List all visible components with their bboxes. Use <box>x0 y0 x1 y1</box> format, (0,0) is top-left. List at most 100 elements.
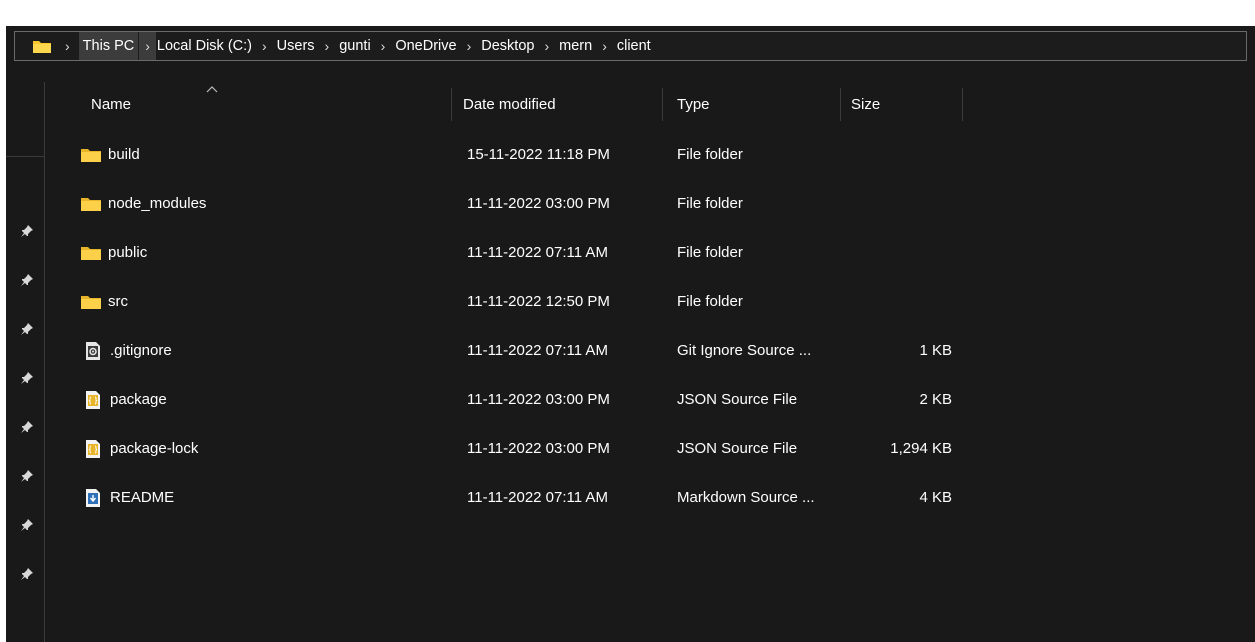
sort-ascending-icon <box>206 86 218 93</box>
column-header: Name Date modified Type Size <box>45 82 1255 126</box>
file-size <box>845 179 952 228</box>
breadcrumb-separator[interactable]: › <box>535 32 558 60</box>
file-date: 15-11-2022 11:18 PM <box>467 146 610 163</box>
file-date: 11-11-2022 07:11 AM <box>467 342 608 359</box>
breadcrumb-mern[interactable]: mern › <box>558 32 616 60</box>
file-size: 2 KB <box>919 391 952 408</box>
file-type: File folder <box>677 146 743 163</box>
breadcrumb-onedrive[interactable]: OneDrive › <box>394 32 480 60</box>
column-name-header[interactable]: Name <box>45 82 452 126</box>
breadcrumb-this-pc[interactable]: This PC › <box>78 32 156 60</box>
pin-icon[interactable] <box>20 469 34 483</box>
pin-icon[interactable] <box>20 224 34 238</box>
pin-icon[interactable] <box>20 273 34 287</box>
file-name-cell: .gitignore <box>80 326 172 375</box>
file-date: 11-11-2022 03:00 PM <box>467 391 610 408</box>
file-name: public <box>108 244 148 261</box>
file-name: src <box>108 293 128 310</box>
column-size-header[interactable]: Size <box>841 82 963 126</box>
breadcrumb-separator[interactable]: › <box>253 32 276 60</box>
breadcrumb-label[interactable]: Desktop <box>480 32 535 60</box>
file-name: node_modules <box>108 195 207 212</box>
file-type: JSON Source File <box>677 440 798 457</box>
file-name: README <box>110 489 175 506</box>
pin-icon[interactable] <box>20 322 34 336</box>
file-row[interactable]: package-lock 11-11-2022 03:00 PM JSON So… <box>45 424 1255 473</box>
breadcrumb-label[interactable]: OneDrive <box>394 32 457 60</box>
file-size: 1,294 KB <box>890 440 952 457</box>
breadcrumb-separator[interactable]: › <box>139 32 156 60</box>
column-type-label: Type <box>677 95 710 113</box>
column-size-label: Size <box>851 95 881 113</box>
file-explorer-window: › This PC › Local Disk (C:) › Users › gu… <box>6 26 1255 642</box>
file-date: 11-11-2022 03:00 PM <box>467 440 610 457</box>
file-type: File folder <box>677 195 743 212</box>
breadcrumb-label[interactable]: client <box>616 32 652 60</box>
file-date: 11-11-2022 07:11 AM <box>467 244 608 261</box>
file-name-cell: src <box>80 277 128 326</box>
breadcrumb-desktop[interactable]: Desktop › <box>480 32 558 60</box>
file-size: 4 KB <box>919 489 952 506</box>
breadcrumb-users[interactable]: Users › <box>276 32 339 60</box>
file-row[interactable]: package 11-11-2022 03:00 PM JSON Source … <box>45 375 1255 424</box>
file-row[interactable]: .gitignore 11-11-2022 07:11 AM Git Ignor… <box>45 326 1255 375</box>
folder-icon <box>81 246 101 260</box>
breadcrumb-local-disk[interactable]: Local Disk (C:) › <box>156 32 276 60</box>
file-type: Git Ignore Source ... <box>677 342 812 359</box>
file-row[interactable]: build 15-11-2022 11:18 PM File folder <box>45 130 1255 179</box>
breadcrumb-separator[interactable]: › <box>372 32 395 60</box>
breadcrumb-separator[interactable]: › <box>593 32 616 60</box>
navigation-divider <box>6 156 44 157</box>
file-name: package <box>110 391 167 408</box>
pin-icon[interactable] <box>20 567 34 581</box>
breadcrumb-label[interactable]: mern <box>558 32 593 60</box>
folder-icon <box>33 40 51 53</box>
column-date-header[interactable]: Date modified <box>452 82 663 126</box>
file-size <box>845 277 952 326</box>
breadcrumb-separator[interactable]: › <box>56 32 79 60</box>
breadcrumb-label[interactable]: gunti <box>338 32 371 60</box>
breadcrumb-separator[interactable]: › <box>316 32 339 60</box>
json-file-icon <box>86 390 100 409</box>
file-name-cell: package <box>80 375 167 424</box>
markdown-file-icon <box>86 488 100 507</box>
column-divider[interactable] <box>962 88 963 121</box>
column-name-label: Name <box>91 95 132 113</box>
file-name-cell: build <box>80 130 140 179</box>
file-row[interactable]: public 11-11-2022 07:11 AM File folder <box>45 228 1255 277</box>
pin-icon[interactable] <box>20 371 34 385</box>
file-date: 11-11-2022 03:00 PM <box>467 195 610 212</box>
file-name: build <box>108 146 140 163</box>
file-type: JSON Source File <box>677 391 798 408</box>
file-type: Markdown Source ... <box>677 489 815 506</box>
folder-icon <box>81 148 101 162</box>
folder-icon <box>81 197 101 211</box>
file-list: build 15-11-2022 11:18 PM File folder no… <box>45 130 1255 522</box>
file-row[interactable]: README 11-11-2022 07:11 AM Markdown Sour… <box>45 473 1255 522</box>
breadcrumb-gunti[interactable]: gunti › <box>338 32 394 60</box>
file-name-cell: README <box>80 473 174 522</box>
folder-icon <box>81 295 101 309</box>
breadcrumb-label[interactable]: Local Disk (C:) <box>156 32 253 60</box>
pin-icon[interactable] <box>20 420 34 434</box>
file-type: File folder <box>677 293 743 310</box>
breadcrumb-client[interactable]: client <box>616 32 652 60</box>
breadcrumb-label[interactable]: This PC <box>78 32 139 60</box>
file-row[interactable]: node_modules 11-11-2022 03:00 PM File fo… <box>45 179 1255 228</box>
navigation-pane <box>6 82 45 642</box>
breadcrumb-label[interactable]: Users <box>276 32 316 60</box>
json-file-icon <box>86 439 100 458</box>
file-name-cell: public <box>80 228 147 277</box>
file-row[interactable]: src 11-11-2022 12:50 PM File folder <box>45 277 1255 326</box>
breadcrumb: › This PC › Local Disk (C:) › Users › gu… <box>56 32 652 60</box>
file-date: 11-11-2022 12:50 PM <box>467 293 610 310</box>
file-name-cell: package-lock <box>80 424 198 473</box>
pin-icon[interactable] <box>20 518 34 532</box>
file-name: package-lock <box>110 440 199 457</box>
column-type-header[interactable]: Type <box>663 82 841 126</box>
address-bar[interactable]: › This PC › Local Disk (C:) › Users › gu… <box>14 31 1247 61</box>
file-size <box>845 130 952 179</box>
file-size <box>845 228 952 277</box>
gitignore-file-icon <box>86 341 100 360</box>
breadcrumb-separator[interactable]: › <box>458 32 481 60</box>
